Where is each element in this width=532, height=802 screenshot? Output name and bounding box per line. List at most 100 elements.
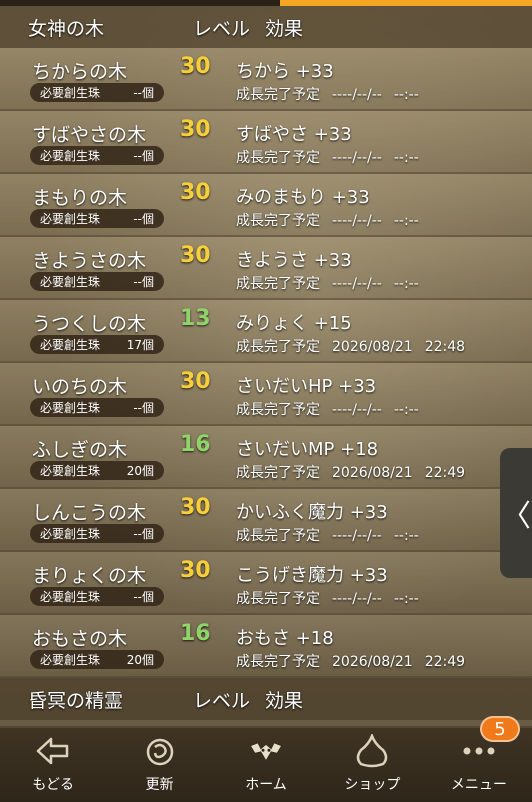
required-orbs-count: 17個	[126, 338, 154, 352]
tree-effect: ちから +33	[236, 61, 334, 82]
growth-eta-date: ----/--/--	[332, 591, 382, 607]
tree-name: おもさの木	[32, 628, 128, 650]
growth-eta-label: 成長完了予定	[236, 339, 320, 355]
required-orbs-count: --個	[133, 401, 154, 415]
tree-name: いのちの木	[32, 376, 128, 398]
tree-row[interactable]: まりょくの木 30 必要創生珠 --個 こうげき魔力 +33 成長完了予定 ----/--/…	[0, 552, 532, 615]
required-orbs-count: --個	[133, 212, 154, 226]
required-orbs-count: 20個	[126, 653, 154, 667]
required-orbs-label: 必要創生珠	[40, 653, 101, 667]
required-orbs-pill: 必要創生珠 --個	[30, 209, 164, 228]
required-orbs-pill: 必要創生珠 --個	[30, 83, 164, 102]
growth-eta: 成長完了予定 2026/08/21 22:49	[236, 651, 465, 671]
growth-eta: 成長完了予定 ----/--/-- --:--	[236, 84, 419, 104]
growth-eta: 成長完了予定 ----/--/-- --:--	[236, 588, 419, 608]
level-column-header: レベル	[193, 689, 251, 712]
tree-effect: さいだいHP +33	[236, 376, 377, 397]
growth-eta: 成長完了予定 ----/--/-- --:--	[236, 147, 419, 167]
growth-eta-date: ----/--/--	[332, 213, 382, 229]
growth-eta-date: 2026/08/21	[332, 339, 413, 355]
tree-level: 30	[180, 54, 211, 79]
side-drawer-handle[interactable]: 〈	[500, 448, 532, 578]
growth-eta-label: 成長完了予定	[236, 150, 320, 166]
tree-level: 30	[180, 495, 211, 520]
tree-effect: かいふく魔力 +33	[236, 502, 388, 523]
required-orbs-label: 必要創生珠	[40, 338, 101, 352]
required-orbs-pill: 必要創生珠 17個	[30, 335, 164, 354]
growth-eta-label: 成長完了予定	[236, 465, 320, 481]
required-orbs-pill: 必要創生珠 --個	[30, 272, 164, 291]
tree-effect: みのまもり +33	[236, 187, 370, 208]
bottom-nav-bar: もどる 更新 ホーム ショップ 5 メニュー	[0, 716, 532, 802]
tree-list-panel[interactable]: 女神の木 レベル 効果 ちからの木 30 必要創生珠 --個 ちから +33 成長完了予定…	[0, 6, 532, 726]
growth-eta-time: 22:49	[424, 654, 466, 670]
growth-eta-date: 2026/08/21	[332, 654, 413, 670]
nav-shop-button[interactable]: ショップ	[319, 728, 425, 802]
tree-name: しんこうの木	[32, 502, 147, 524]
tree-level: 30	[180, 369, 211, 394]
growth-eta-label: 成長完了予定	[236, 654, 320, 670]
tree-effect: おもさ +18	[236, 628, 334, 649]
tree-row[interactable]: ちからの木 30 必要創生珠 --個 ちから +33 成長完了予定 ----/--/-- --…	[0, 48, 532, 111]
growth-eta-label: 成長完了予定	[236, 402, 320, 418]
tree-name: ちからの木	[32, 61, 128, 83]
growth-eta-label: 成長完了予定	[236, 528, 320, 544]
growth-eta: 成長完了予定 ----/--/-- --:--	[236, 399, 419, 419]
growth-eta: 成長完了予定 2026/08/21 22:48	[236, 336, 465, 356]
tree-row[interactable]: いのちの木 30 必要創生珠 --個 さいだいHP +33 成長完了予定 ----/--/-…	[0, 363, 532, 426]
nav-back-label: もどる	[32, 777, 75, 793]
tree-row[interactable]: きようさの木 30 必要創生珠 --個 きようさ +33 成長完了予定 ----/--/--…	[0, 237, 532, 300]
tree-effect: こうげき魔力 +33	[236, 565, 388, 586]
required-orbs-count: --個	[133, 527, 154, 541]
nav-home-button[interactable]: ホーム	[213, 728, 319, 802]
nav-menu-label: メニュー	[450, 777, 507, 793]
required-orbs-pill: 必要創生珠 --個	[30, 398, 164, 417]
growth-eta-date: ----/--/--	[332, 87, 382, 103]
tree-row[interactable]: ふしぎの木 16 必要創生珠 20個 さいだいMP +18 成長完了予定 2026/08/2…	[0, 426, 532, 489]
nav-refresh-button[interactable]: 更新	[106, 728, 212, 802]
growth-eta-time: 22:49	[424, 465, 466, 481]
tree-level: 16	[180, 432, 211, 457]
required-orbs-count: 20個	[126, 464, 154, 478]
nav-menu-button[interactable]: 5 メニュー	[426, 716, 532, 802]
refresh-icon	[143, 734, 177, 768]
tree-effect: みりょく +15	[236, 313, 352, 334]
growth-eta-date: ----/--/--	[332, 150, 382, 166]
tree-row[interactable]: おもさの木 16 必要創生珠 20個 おもさ +18 成長完了予定 2026/08/21 22…	[0, 615, 532, 678]
effect-column-header: 効果	[265, 17, 304, 40]
tree-row[interactable]: しんこうの木 30 必要創生珠 --個 かいふく魔力 +33 成長完了予定 ----/--/…	[0, 489, 532, 552]
growth-eta: 成長完了予定 ----/--/-- --:--	[236, 210, 419, 230]
required-orbs-label: 必要創生珠	[40, 86, 101, 100]
dracky-home-icon	[249, 734, 283, 768]
tree-row[interactable]: うつくしの木 13 必要創生珠 17個 みりょく +15 成長完了予定 2026/08/21…	[0, 300, 532, 363]
required-orbs-pill: 必要創生珠 20個	[30, 461, 164, 480]
nav-back-button[interactable]: もどる	[0, 728, 106, 802]
growth-eta-time: --:--	[393, 528, 419, 544]
required-orbs-label: 必要創生珠	[40, 212, 101, 226]
back-arrow-icon	[36, 734, 70, 768]
menu-notification-badge: 5	[480, 716, 521, 742]
growth-eta-label: 成長完了予定	[236, 591, 320, 607]
effect-column-header: 効果	[265, 689, 304, 712]
tree-level: 16	[180, 621, 211, 646]
growth-eta-date: ----/--/--	[332, 528, 382, 544]
required-orbs-count: --個	[133, 275, 154, 289]
growth-eta-date: ----/--/--	[332, 276, 382, 292]
tree-level: 30	[180, 117, 211, 142]
tree-level: 30	[180, 243, 211, 268]
required-orbs-pill: 必要創生珠 --個	[30, 524, 164, 543]
tree-row[interactable]: すばやさの木 30 必要創生珠 --個 すばやさ +33 成長完了予定 ----/--/--…	[0, 111, 532, 174]
tree-row[interactable]: まもりの木 30 必要創生珠 --個 みのまもり +33 成長完了予定 ----/--/--…	[0, 174, 532, 237]
tree-name: まもりの木	[32, 187, 128, 209]
required-orbs-count: --個	[133, 590, 154, 604]
required-orbs-label: 必要創生珠	[40, 275, 101, 289]
tree-level: 30	[180, 558, 211, 583]
required-orbs-count: --個	[133, 149, 154, 163]
level-column-header: レベル	[193, 17, 251, 40]
growth-eta-time: 22:48	[424, 339, 466, 355]
growth-eta-time: --:--	[393, 213, 419, 229]
tree-level: 30	[180, 180, 211, 205]
tree-name: すばやさの木	[32, 124, 147, 146]
growth-eta-label: 成長完了予定	[236, 276, 320, 292]
growth-eta-date: ----/--/--	[332, 402, 382, 418]
